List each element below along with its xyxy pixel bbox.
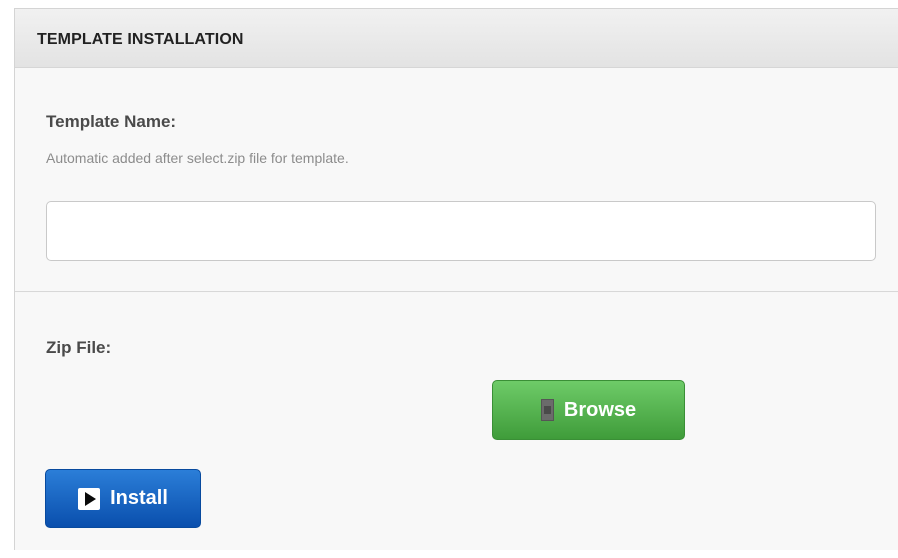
template-name-section: Template Name: Automatic added after sel… <box>15 68 898 292</box>
install-button-label: Install <box>110 487 168 509</box>
zip-file-section: Zip File: Browse Install <box>15 293 898 550</box>
browse-button-label: Browse <box>563 398 637 421</box>
browse-button[interactable]: Browse <box>492 380 685 440</box>
play-icon <box>78 487 101 510</box>
file-icon <box>540 399 554 421</box>
template-installation-panel: TEMPLATE INSTALLATION Template Name: Aut… <box>14 8 898 550</box>
template-name-input[interactable] <box>46 201 876 261</box>
panel-header: TEMPLATE INSTALLATION <box>15 9 898 68</box>
template-name-label: Template Name: <box>46 112 177 131</box>
zip-file-label: Zip File: <box>46 338 112 357</box>
panel-title: TEMPLATE INSTALLATION <box>37 31 244 48</box>
install-button[interactable]: Install <box>45 469 201 528</box>
template-name-help: Automatic added after select.zip file fo… <box>46 150 349 166</box>
